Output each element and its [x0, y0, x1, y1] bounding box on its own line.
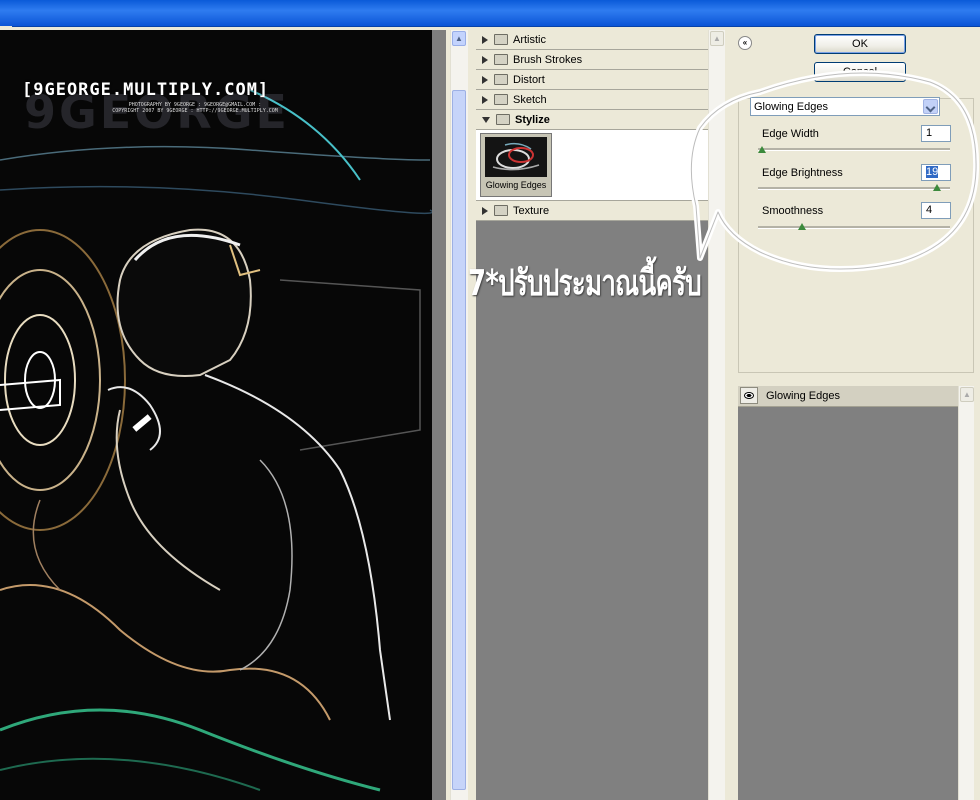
smoothness-slider-track[interactable] — [758, 226, 950, 229]
eye-icon[interactable] — [740, 387, 758, 404]
annotation-text: 7*ปรับประมาณนี้ครับ — [468, 263, 702, 304]
edge-brightness-label: Edge Brightness — [762, 167, 843, 179]
category-label: Brush Strokes — [513, 53, 583, 66]
edge-brightness-slider-track[interactable] — [758, 187, 950, 190]
effect-layer-label: Glowing Edges — [766, 390, 840, 402]
edge-width-slider-knob[interactable] — [758, 146, 766, 153]
category-distort[interactable]: Distort — [476, 70, 710, 90]
filter-select[interactable]: Glowing Edges — [750, 97, 940, 116]
watermark-title: [9GEORGE.MULTIPLY.COM] — [22, 80, 270, 100]
stylize-thumbnails: Glowing Edges — [476, 130, 710, 201]
smoothness-slider-knob[interactable] — [798, 223, 806, 230]
category-label: Stylize — [515, 113, 550, 126]
folder-icon — [494, 94, 508, 105]
folder-icon — [494, 54, 508, 65]
edge-brightness-slider-knob[interactable] — [933, 184, 941, 191]
category-brush-strokes[interactable]: Brush Strokes — [476, 50, 710, 70]
collapse-gallery-icon[interactable]: « — [738, 36, 752, 50]
expand-arrow-icon — [482, 55, 488, 64]
scroll-up-icon[interactable]: ▲ — [710, 31, 724, 46]
edge-brightness-input[interactable]: 19 — [921, 164, 951, 181]
filter-thumb-glowing-edges[interactable]: Glowing Edges — [480, 133, 552, 197]
preview-canvas[interactable]: 9GEORGE [9GEORGE.MULTIPLY.COM] PHOTOGRAP… — [0, 30, 432, 800]
category-label: Texture — [513, 204, 550, 217]
folder-open-icon — [496, 114, 510, 125]
smoothness-input[interactable]: 4 — [921, 202, 951, 219]
cancel-button[interactable]: Cancel — [814, 62, 906, 82]
expand-arrow-icon — [482, 206, 488, 215]
gallery-scrollbar[interactable]: ▲ — [708, 30, 725, 800]
smoothness-label: Smoothness — [762, 205, 824, 217]
folder-icon — [494, 205, 508, 216]
chevron-down-icon[interactable] — [923, 99, 938, 114]
ok-button[interactable]: OK — [814, 34, 906, 54]
expand-arrow-icon — [482, 35, 488, 44]
panel-border — [974, 386, 980, 800]
expand-arrow-icon — [482, 75, 488, 84]
edge-width-label: Edge Width — [762, 128, 819, 140]
watermark-line-2: COPYRIGHT 2007 BY 9GEORGE : HTTP://9GEOR… — [112, 108, 278, 114]
scroll-up-icon[interactable]: ▲ — [960, 387, 974, 402]
preview-margin — [432, 30, 446, 800]
filter-gallery: Artistic Brush Strokes Distort Sketch St… — [476, 30, 710, 800]
expand-arrow-icon — [482, 95, 488, 104]
edge-brightness-value: 19 — [926, 166, 939, 178]
layers-scrollbar[interactable]: ▲ — [958, 386, 975, 800]
preview-image — [0, 89, 432, 792]
category-label: Artistic — [513, 33, 546, 46]
smoothness-value: 4 — [926, 204, 933, 216]
folder-icon — [494, 74, 508, 85]
effect-layer-row[interactable]: Glowing Edges — [738, 386, 958, 407]
filter-select-value: Glowing Edges — [754, 101, 828, 113]
folder-icon — [494, 34, 508, 45]
collapse-arrow-icon — [482, 116, 490, 123]
scroll-up-icon[interactable]: ▲ — [452, 31, 466, 46]
category-label: Sketch — [513, 93, 547, 106]
category-stylize[interactable]: Stylize — [476, 110, 710, 130]
edge-width-input[interactable]: 1 — [921, 125, 951, 142]
watermark-subtitle: PHOTOGRAPHY BY 9GEORGE : 9GEORGE@GMAIL.C… — [90, 102, 300, 114]
category-label: Distort — [513, 73, 545, 86]
preview-scroll-thumb[interactable] — [452, 90, 466, 790]
category-artistic[interactable]: Artistic — [476, 30, 710, 50]
filter-thumbnail-image — [485, 137, 547, 177]
edge-width-value: 1 — [926, 127, 933, 139]
preview-scrollbar[interactable]: ▲ — [450, 30, 468, 800]
category-sketch[interactable]: Sketch — [476, 90, 710, 110]
effect-layers-list: Glowing Edges — [738, 386, 958, 800]
window-titlebar — [0, 0, 980, 27]
edge-width-slider-track[interactable] — [758, 148, 950, 151]
thumbnail-label: Glowing Edges — [485, 180, 547, 190]
category-texture[interactable]: Texture — [476, 201, 710, 221]
